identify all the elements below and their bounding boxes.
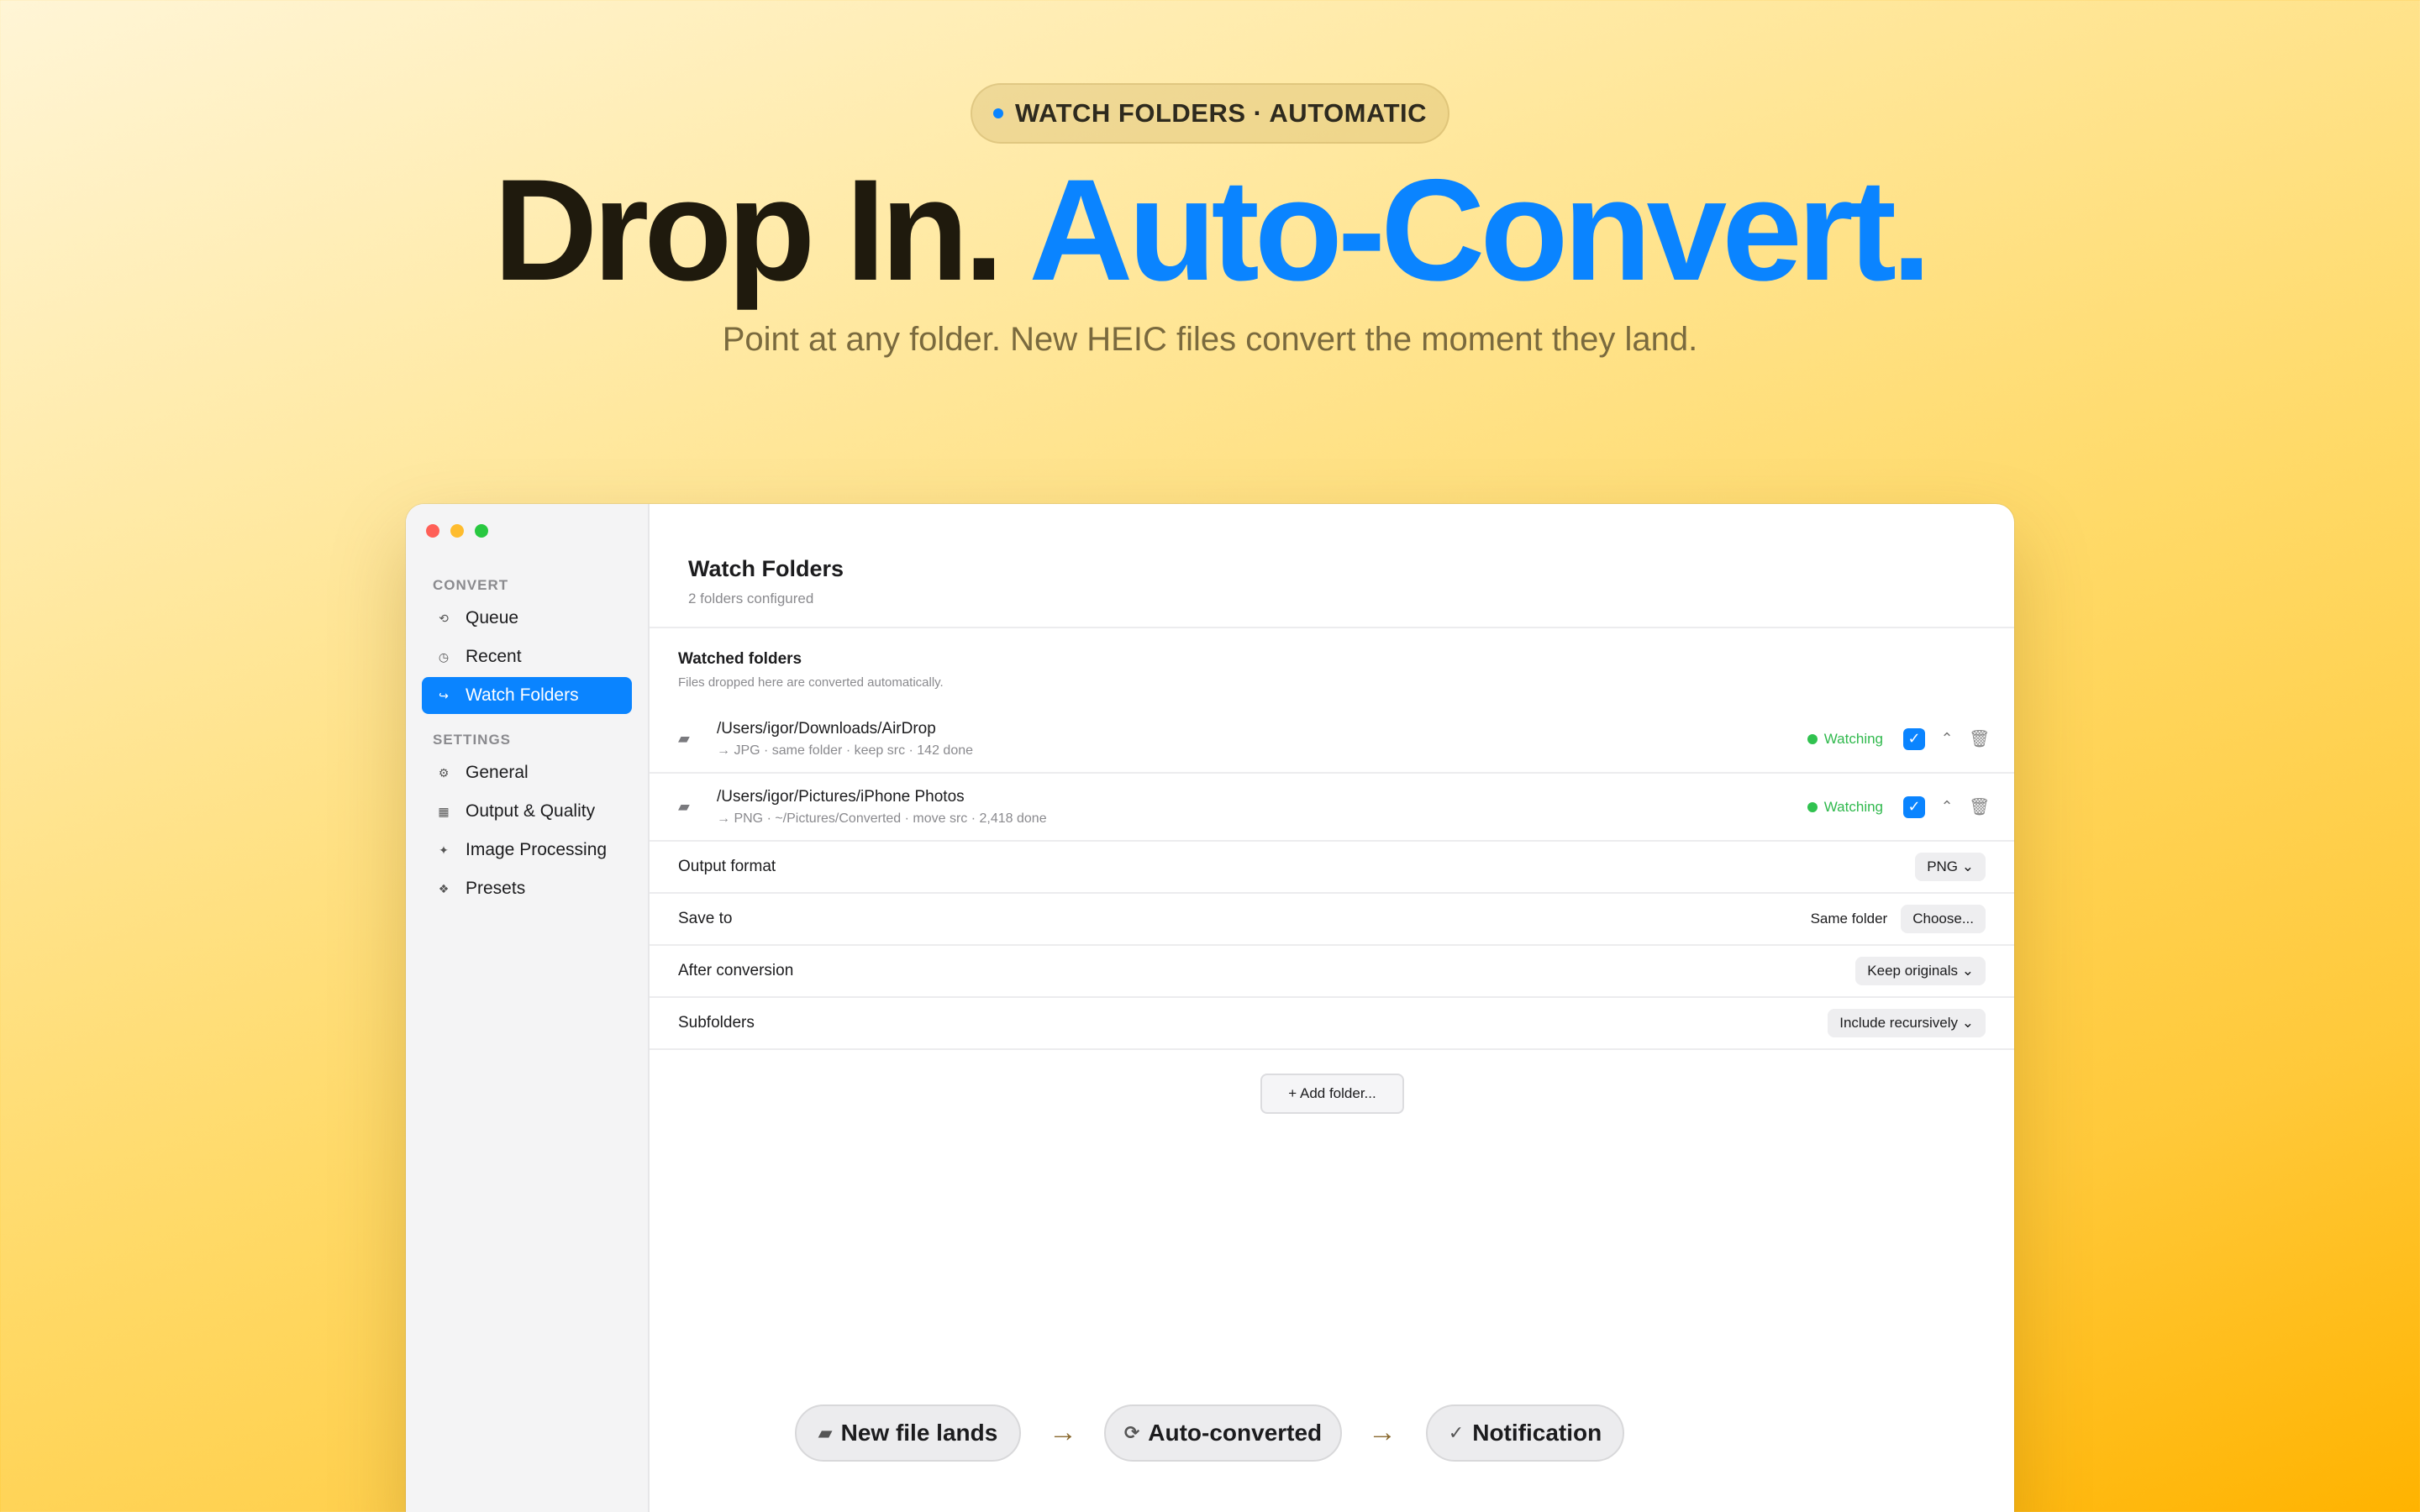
zoom-window-button[interactable] [475,524,488,538]
trash-icon[interactable]: 🗑 [1969,728,1990,749]
workflow-steps: ▰ New file lands → ⟳ Auto-converted → ✓ … [0,1404,2420,1463]
sidebar-item-label: General [466,763,529,782]
step-auto-converted: ⟳ Auto-converted [1104,1404,1342,1462]
setting-save-to: Save to Same folder Choose... [650,894,2014,946]
status-badge: Watching [1807,731,1883,748]
step-label: Auto-converted [1148,1420,1323,1446]
status-dot-icon [1807,801,1818,812]
queue-icon: ⟲ [439,611,449,625]
sidebar-item-label: Queue [466,608,519,627]
page-title: Watch Folders [688,556,844,581]
main-panel: Watch Folders 2 folders configured Watch… [650,504,2014,1512]
setting-label: Output format [678,858,776,875]
sidebar-item-queue[interactable]: ⟲ Queue [422,600,632,637]
sidebar-item-label: Image Processing [466,840,608,859]
feature-badge: WATCH FOLDERS · AUTOMATIC [971,83,1449,144]
watch-folders-icon: ↪ [439,688,449,702]
sidebar-item-general[interactable]: ⚙ General [422,754,632,791]
clock-icon: ◷ [438,649,450,664]
badge-dot-icon [992,108,1003,118]
sidebar: CONVERT ⟲ Queue ◷ Recent ↪ Watch Folders… [406,504,650,1512]
page-subtitle: 2 folders configured [688,591,814,606]
badge-label: WATCH FOLDERS · AUTOMATIC [1014,98,1428,128]
sidebar-item-presets[interactable]: ❖ Presets [422,870,632,907]
save-to-value: Same folder [1810,911,1888,927]
subline: Point at any folder. New HEIC files conv… [722,321,1698,358]
output-format-select[interactable]: PNG ⌄ [1915,853,1986,881]
folder-icon: ▰ [678,798,690,815]
status-label: Watching [1823,730,1883,747]
folder-icon: ▰ [678,730,690,747]
app-window: CONVERT ⟲ Queue ◷ Recent ↪ Watch Folders… [406,504,2014,1512]
refresh-icon: ⟳ [1123,1422,1140,1443]
setting-label: Save to [678,910,733,927]
setting-output-format: Output format PNG ⌄ [650,842,2014,894]
trash-icon[interactable]: 🗑 [1969,796,1990,817]
setting-subfolders: Subfolders Include recursively ⌄ [650,998,2014,1050]
headline-part1: Drop In. [493,150,1004,311]
add-folder-button[interactable]: + Add folder... [1260,1074,1404,1114]
sidebar-item-watch-folders[interactable]: ↪ Watch Folders [422,677,632,714]
gear-icon: ⚙ [438,765,450,780]
presets-icon: ❖ [438,881,450,895]
step-label: New file lands [840,1420,998,1446]
headline-part2: Auto-Convert. [1028,150,1932,311]
folder-meta: → PNG · ~/Pictures/Converted · move src … [717,811,1047,826]
status-dot-icon [1807,733,1818,744]
setting-label: Subfolders [678,1014,755,1032]
watched-folders-header: Watched folders Files dropped here are c… [650,628,2014,706]
sidebar-section-convert: CONVERT [433,577,509,593]
choose-button[interactable]: Choose... [1901,905,1986,933]
output-icon: ▦ [438,804,450,818]
step-label: Notification [1472,1420,1602,1446]
arrow-right-icon: → [1368,1416,1397,1448]
sidebar-item-label: Recent [466,647,522,666]
minimize-window-button[interactable] [450,524,464,538]
subfolders-select[interactable]: Include recursively ⌄ [1828,1009,1986,1037]
setting-after-conversion: After conversion Keep originals ⌄ [650,946,2014,998]
after-conversion-select[interactable]: Keep originals ⌄ [1855,957,1986,985]
sidebar-item-label: Watch Folders [466,685,579,705]
step-new-file: ▰ New file lands [795,1404,1021,1462]
folder-meta: → JPG · same folder · keep src · 142 don… [717,743,974,758]
sidebar-item-label: Output & Quality [466,801,596,821]
folder-path: /Users/igor/Downloads/AirDrop [717,719,936,738]
folder-icon: ▰ [818,1422,833,1443]
section-subtitle: Files dropped here are converted automat… [678,675,944,690]
section-title: Watched folders [678,650,802,668]
folder-row[interactable]: ▰ /Users/igor/Pictures/iPhone Photos → P… [650,774,2014,842]
arrow-right-icon: → [1049,1416,1077,1448]
sidebar-section-settings: SETTINGS [433,732,512,748]
sidebar-item-output-quality[interactable]: ▦ Output & Quality [422,793,632,830]
main-header: Watch Folders 2 folders configured [650,504,2014,628]
folder-path: /Users/igor/Pictures/iPhone Photos [717,787,965,806]
sidebar-item-label: Presets [466,879,526,898]
sidebar-item-recent[interactable]: ◷ Recent [422,638,632,675]
headline: Drop In. Auto-Convert. [0,158,2420,302]
folder-row[interactable]: ▰ /Users/igor/Downloads/AirDrop → JPG · … [650,706,2014,774]
sidebar-item-image-processing[interactable]: ✦ Image Processing [422,832,632,869]
checkmark-icon: ✓ [1448,1422,1465,1443]
enabled-checkbox[interactable]: ✓ [1903,727,1925,750]
step-notification: ✓ Notification [1426,1404,1624,1462]
enabled-checkbox[interactable]: ✓ [1903,795,1925,818]
chevron-up-icon[interactable]: ⌃ [1939,798,1955,816]
status-badge: Watching [1807,799,1883,816]
setting-label: After conversion [678,962,794,979]
status-label: Watching [1823,798,1883,815]
window-controls [426,524,488,538]
chevron-up-icon[interactable]: ⌃ [1939,730,1955,748]
close-window-button[interactable] [426,524,439,538]
sparkle-icon: ✦ [439,843,449,857]
